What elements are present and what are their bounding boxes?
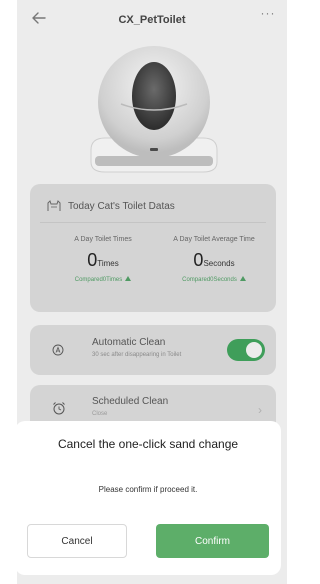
scheduled-clean-title: Scheduled Clean (92, 396, 169, 407)
alarm-clock-icon (53, 402, 65, 415)
scheduled-clean-status: Close (92, 411, 108, 417)
page-title: CX_PetToilet (118, 14, 186, 26)
average-time-label: A Day Toilet Average Time (173, 236, 255, 243)
dialog-title: Cancel the one-click sand change (57, 437, 239, 451)
stats-divider (40, 222, 266, 223)
automatic-clean-subtitle: 30 sec after disappearing in Toilet (92, 352, 182, 358)
automatic-clean-toggle[interactable] (227, 339, 265, 361)
confirm-button[interactable]: Confirm (156, 524, 269, 558)
automatic-clean-row[interactable]: Automatic Clean 30 sec after disappearin… (30, 325, 276, 375)
toggle-knob (246, 342, 262, 358)
automatic-clean-title: Automatic Clean (92, 337, 166, 348)
cancel-button[interactable]: Cancel (27, 524, 127, 558)
litter-box-image (90, 46, 218, 173)
toilet-times-value: 0 (87, 250, 98, 270)
cat-icon (47, 200, 61, 211)
average-time-compare: Compared0Seconds (182, 277, 237, 283)
toilet-times-stat: A Day Toilet Times 0Times Compared0Times (48, 236, 158, 283)
auto-mode-icon (52, 344, 64, 356)
confirm-dialog: Cancel the one-click sand change Please … (15, 421, 281, 575)
arrow-up-icon (125, 276, 132, 281)
chevron-right-icon: › (258, 403, 262, 417)
arrow-up-icon (239, 276, 246, 281)
average-time-stat: A Day Toilet Average Time 0Seconds Compa… (155, 236, 273, 283)
dialog-message: Please confirm if proceed it. (98, 485, 198, 494)
stats-header: Today Cat's Toilet Datas (47, 198, 175, 214)
average-time-value: 0 (193, 250, 204, 270)
toilet-stats-card: Today Cat's Toilet Datas A Day Toilet Ti… (30, 184, 276, 312)
more-options-icon[interactable]: ··· (257, 7, 279, 22)
stats-heading: Today Cat's Toilet Datas (68, 200, 175, 212)
toilet-times-compare: Compared0Times (74, 277, 123, 283)
toilet-times-unit: Times (97, 259, 119, 268)
average-time-unit: Seconds (203, 259, 235, 268)
toilet-times-label: A Day Toilet Times (74, 236, 132, 243)
